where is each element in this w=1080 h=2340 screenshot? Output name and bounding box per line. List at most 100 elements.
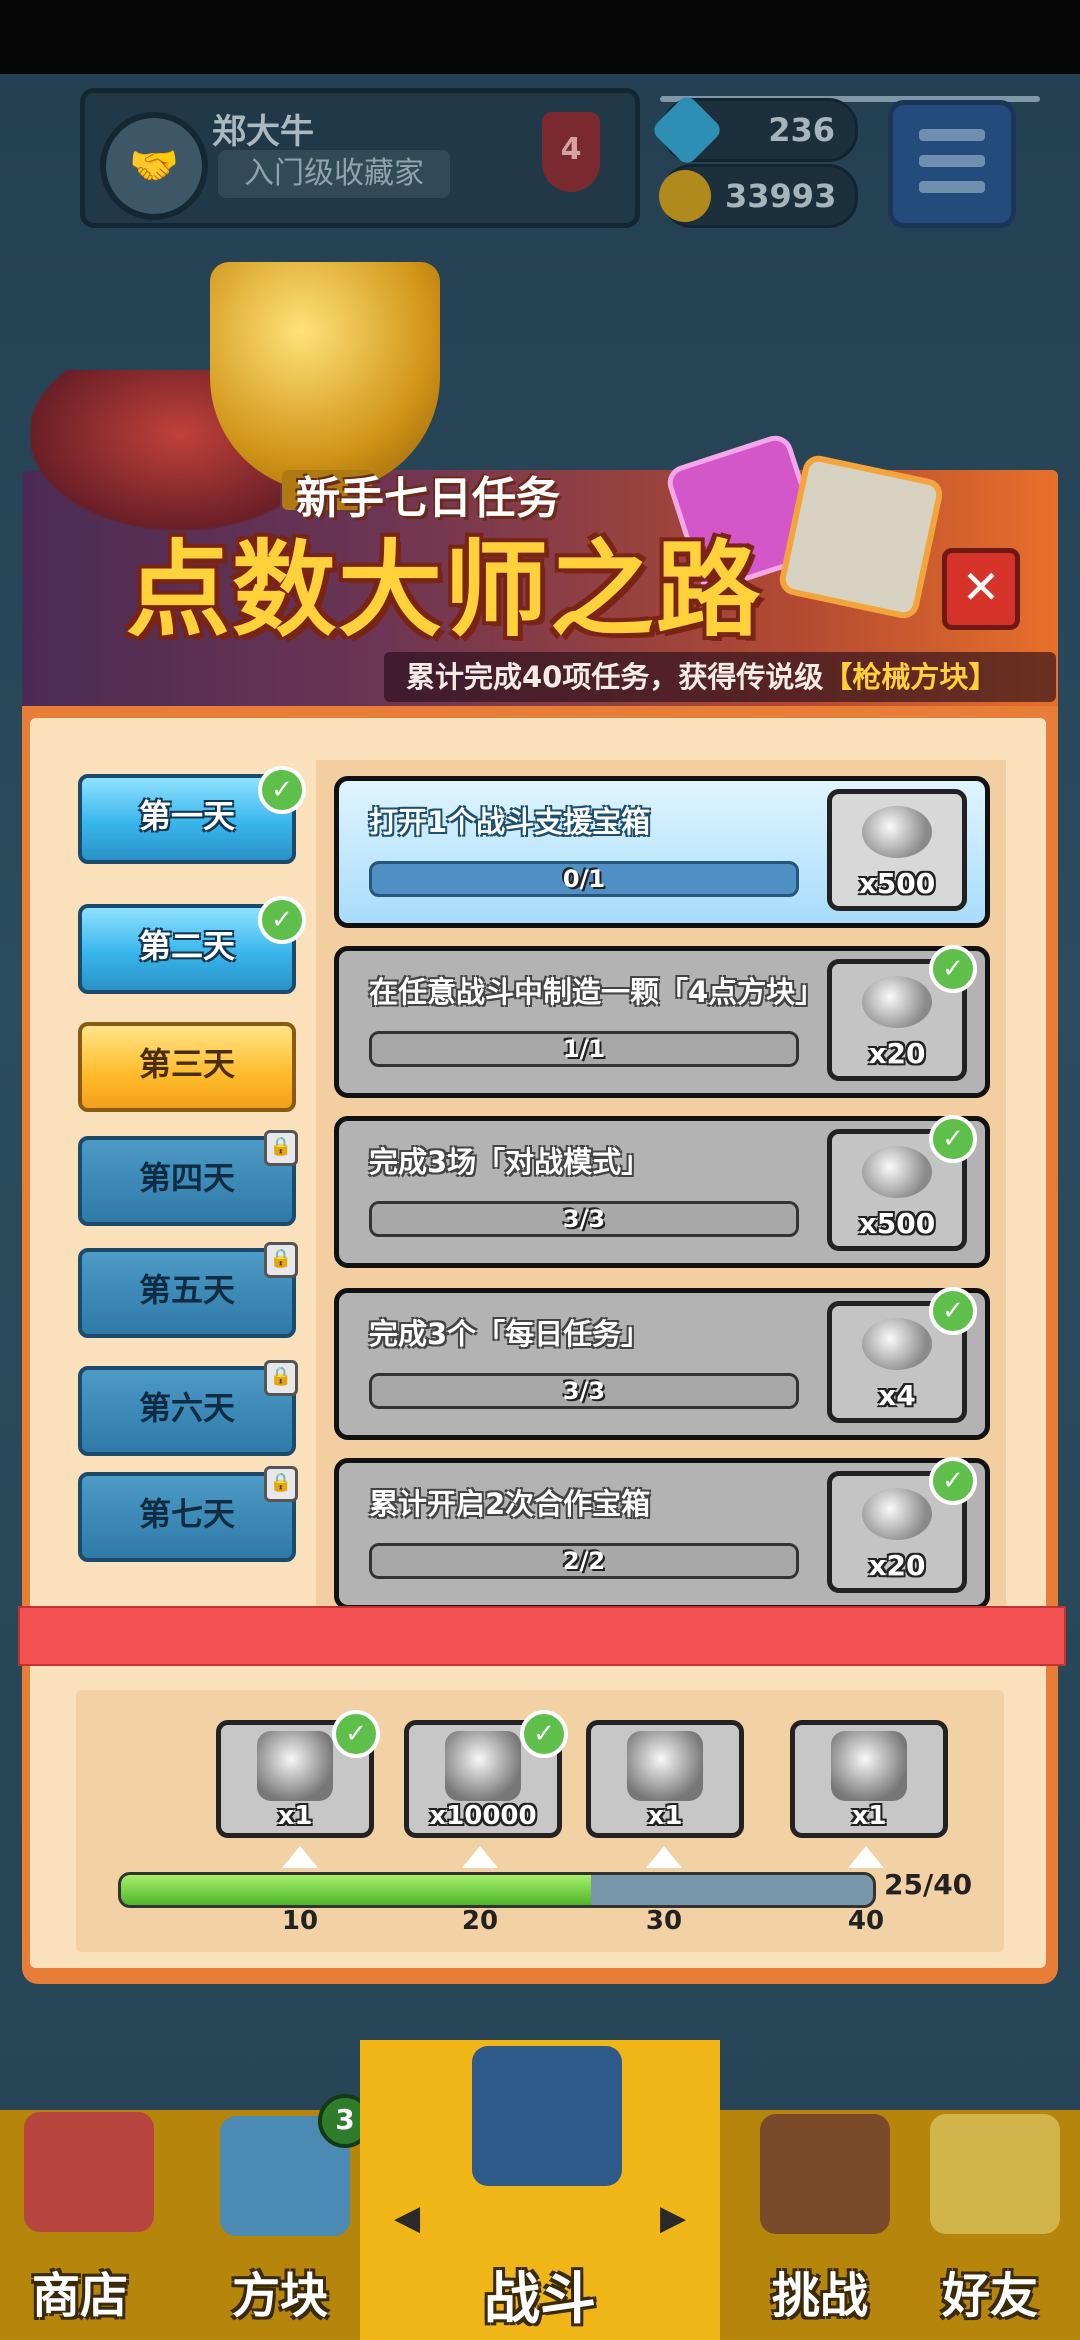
task-progress-bar: 2/2 (369, 1543, 799, 1579)
gem-counter[interactable]: 236 (650, 93, 858, 167)
challenge-icon (760, 2114, 890, 2234)
coin-pile-icon (862, 1146, 932, 1198)
reward-quantity: x20 (868, 1549, 926, 1582)
coin-count: 33993 (725, 177, 837, 215)
milestone-threshold: 40 (847, 1906, 885, 1936)
task-progress-text: 3/3 (562, 1377, 606, 1405)
rank-badge: 4 (542, 112, 600, 192)
nav-shop-label: 商店 (31, 2268, 128, 2324)
username: 郑大牛 (212, 112, 314, 152)
task-card[interactable]: 打开1个战斗支援宝箱 0/1 x500 (334, 776, 990, 928)
avatar[interactable]: 🤝 (100, 112, 208, 220)
nav-left-arrow-icon[interactable]: ◀ (394, 2198, 420, 2238)
milestone-marker-icon (282, 1846, 318, 1868)
gem-pile-icon (862, 976, 932, 1028)
day-tab-3[interactable]: 第三天 (78, 1022, 296, 1112)
check-icon: ✓ (929, 945, 977, 993)
milestone-reward[interactable]: x1 (790, 1720, 948, 1838)
banner-note-text: 累计完成40项任务，获得传说级 (406, 660, 824, 694)
milestone-threshold: 10 (281, 1906, 319, 1936)
status-bar (0, 0, 1080, 74)
title-badge: 入门级收藏家 (218, 150, 450, 198)
banner-title: 点数大师之路 (126, 529, 763, 651)
milestone-marker-icon (646, 1846, 682, 1868)
milestone-quantity: x1 (647, 1801, 683, 1831)
nav-cubes-label: 方块 (231, 2268, 328, 2324)
check-icon: ✓ (929, 1457, 977, 1505)
lock-icon: 🔒 (264, 1360, 298, 1396)
banner-note-highlight: 【枪械方块】 (823, 660, 998, 694)
gem-pile-icon (862, 1488, 932, 1540)
close-button[interactable]: ✕ (942, 548, 1020, 630)
gun-cube-icon (831, 1731, 907, 1801)
lock-icon: 🔒 (264, 1130, 298, 1166)
reward-quantity: x500 (858, 867, 936, 900)
task-progress-text: 0/1 (562, 865, 606, 893)
task-progress-text: 2/2 (562, 1547, 606, 1575)
nav-shop[interactable]: 商店 (0, 2110, 180, 2340)
chest-icon (862, 1318, 932, 1370)
check-icon: ✓ (258, 896, 306, 944)
divider-strip (18, 1606, 1066, 1666)
task-card[interactable]: 累计开启2次合作宝箱 2/2 x20 ✓ (334, 1457, 990, 1610)
milestone-quantity: x1 (851, 1801, 887, 1831)
milestone-threshold: 20 (461, 1906, 499, 1936)
menu-icon (919, 129, 985, 141)
task-reward-button[interactable]: x500 (827, 789, 967, 911)
reward-quantity: x20 (868, 1037, 926, 1070)
task-description: 完成3场「对战模式」 (369, 1145, 651, 1179)
handshake-icon: 🤝 (129, 143, 179, 189)
task-progress-text: 3/3 (562, 1205, 606, 1233)
check-icon: ✓ (929, 1115, 977, 1163)
task-progress-bar: 1/1 (369, 1031, 799, 1067)
milestone-quantity: x10000 (429, 1801, 537, 1831)
task-card[interactable]: 在任意战斗中制造一颗「4点方块」 1/1 x20 ✓ (334, 945, 990, 1098)
menu-icon-line (919, 181, 985, 193)
reward-quantity: x500 (858, 1207, 936, 1240)
check-icon: ✓ (258, 766, 306, 814)
task-progress-bar: 3/3 (369, 1373, 799, 1409)
task-card[interactable]: 完成3场「对战模式」 3/3 x500 ✓ (334, 1115, 990, 1268)
task-description: 完成3个「每日任务」 (369, 1317, 651, 1351)
check-icon: ✓ (520, 1710, 568, 1758)
task-description: 累计开启2次合作宝箱 (369, 1487, 651, 1521)
milestone-progress-fill (121, 1875, 591, 1905)
milestone-quantity: x1 (277, 1801, 313, 1831)
milestone-marker-icon (462, 1846, 498, 1868)
nav-challenge[interactable]: 挑战 (720, 2110, 900, 2340)
task-description: 打开1个战斗支援宝箱 (369, 805, 651, 839)
shop-icon (24, 2112, 154, 2232)
task-description: 在任意战斗中制造一颗「4点方块」 (369, 975, 825, 1009)
reward-quantity: x4 (878, 1379, 916, 1412)
banner-note: 累计完成40项任务，获得传说级【枪械方块】 (384, 652, 1056, 702)
treasure-chest-icon (627, 1731, 703, 1801)
character-icon (257, 1731, 333, 1801)
friends-icon (930, 2114, 1060, 2234)
milestone-progress-bar (118, 1872, 876, 1908)
nav-battle-label: 战斗 (484, 2267, 596, 2332)
coin-pile-icon (445, 1731, 521, 1801)
coin-icon (659, 170, 711, 222)
check-icon: ✓ (929, 1287, 977, 1335)
milestone-progress-text: 25/40 (884, 1868, 973, 1901)
menu-button[interactable] (888, 100, 1016, 228)
nav-battle[interactable]: 战斗 ◀ ▶ (360, 2040, 720, 2340)
nav-friends[interactable]: 好友 (900, 2110, 1080, 2340)
lock-icon: 🔒 (264, 1242, 298, 1278)
coin-counter[interactable]: 33993 (659, 164, 858, 228)
coin-pile-icon (862, 806, 932, 858)
trophy-icon (210, 262, 440, 492)
lock-icon: 🔒 (264, 1466, 298, 1502)
nav-right-arrow-icon[interactable]: ▶ (660, 2198, 686, 2238)
nav-challenge-label: 挑战 (771, 2268, 868, 2324)
check-icon: ✓ (332, 1710, 380, 1758)
gem-count: 236 (768, 111, 835, 149)
task-progress-bar: 3/3 (369, 1201, 799, 1237)
task-card[interactable]: 完成3个「每日任务」 3/3 x4 ✓ (334, 1287, 990, 1440)
gun-cube-icon (776, 452, 946, 622)
menu-icon-line (919, 155, 985, 167)
nav-friends-label: 好友 (941, 2268, 1038, 2324)
battle-shield-icon (472, 2046, 622, 2186)
milestone-reward[interactable]: x1 (586, 1720, 744, 1838)
task-progress-text: 1/1 (562, 1035, 606, 1063)
